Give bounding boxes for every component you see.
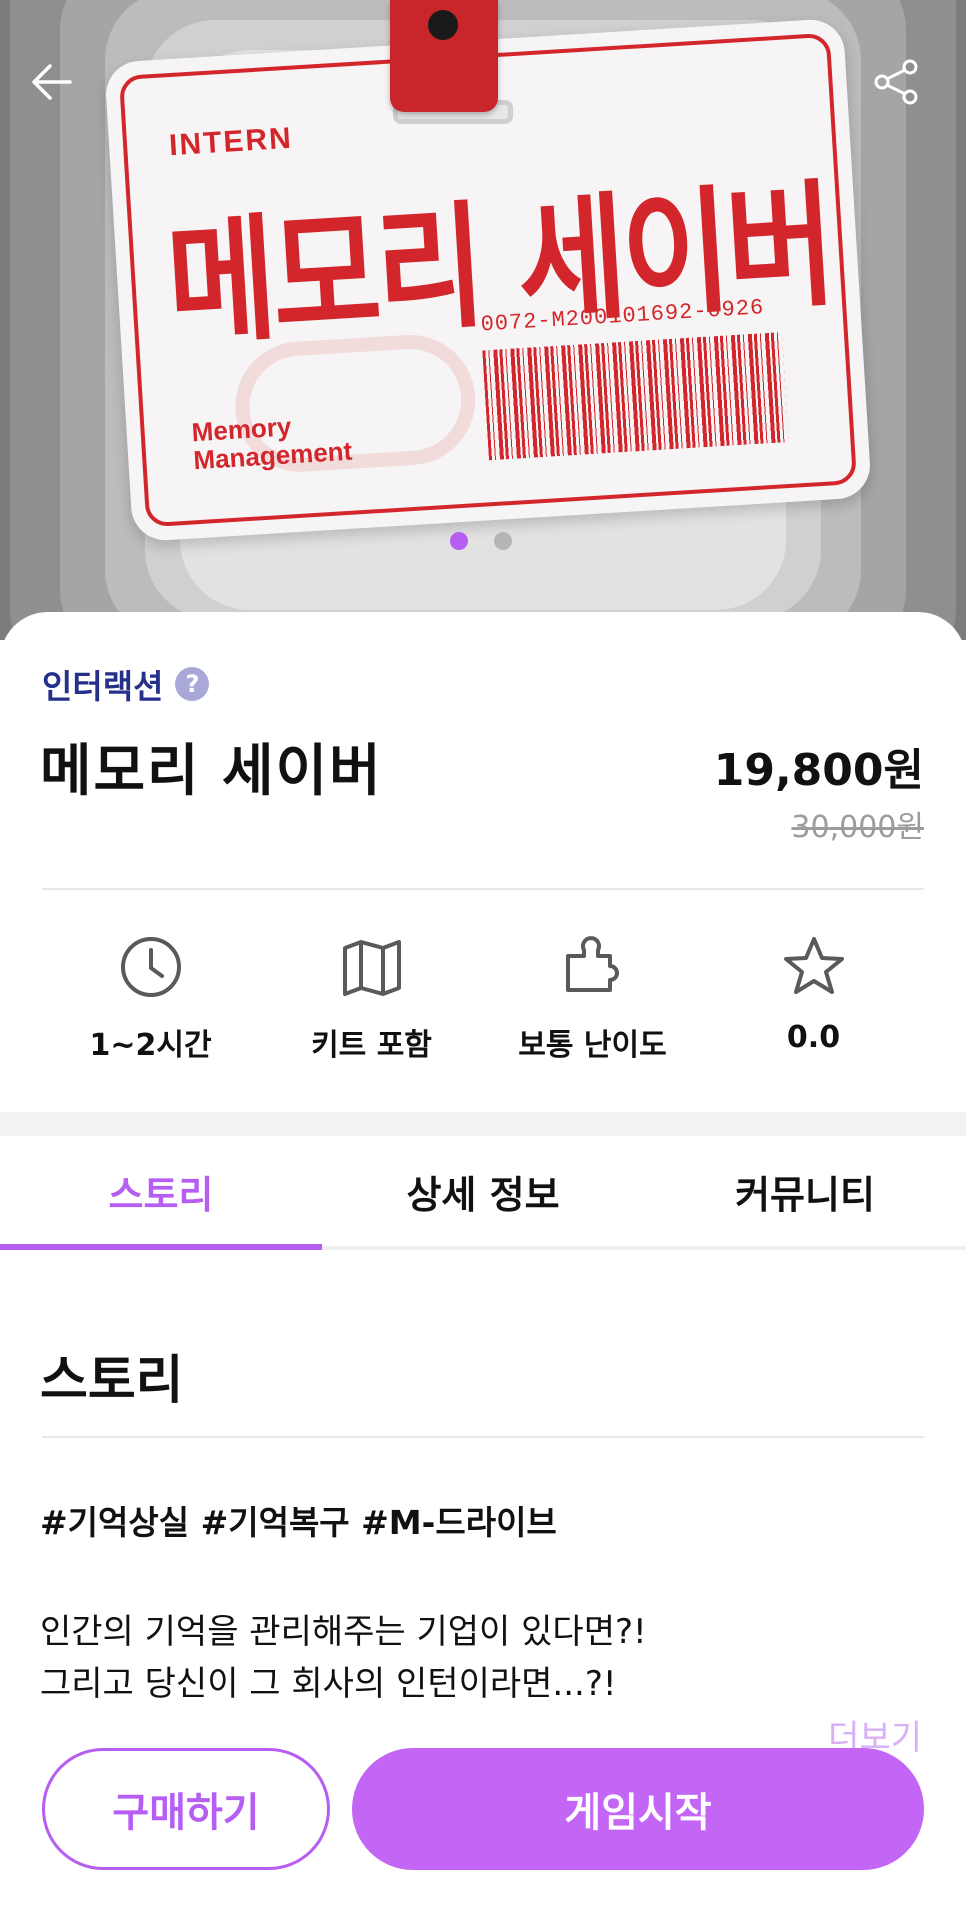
badge-brand-logo: Memory Management (190, 411, 353, 476)
hero-banner[interactable]: INTERN 메모리 세이버 0072-M200101692-0926 Memo… (0, 0, 966, 640)
category-label: 인터랙션 (42, 667, 164, 706)
back-button[interactable] (22, 52, 82, 112)
question-icon[interactable]: ? (175, 667, 210, 701)
star-icon (783, 937, 844, 994)
tab-community[interactable]: 커뮤니티 (644, 1136, 966, 1246)
arrow-left-icon (32, 64, 72, 100)
carousel-dot-2[interactable] (494, 532, 512, 550)
sale-price: 19,800원 (713, 745, 924, 796)
share-button[interactable] (866, 52, 926, 112)
story-heading: 스토리 (40, 1351, 184, 1411)
barcode (482, 332, 789, 461)
tab-details[interactable]: 상세 정보 (322, 1136, 644, 1246)
stat-duration: 1~2시간 (40, 934, 261, 1064)
purchase-button[interactable]: 구매하기 (42, 1748, 330, 1870)
divider (42, 888, 924, 890)
original-price: 30,000원 (791, 810, 924, 845)
tab-bar: 스토리 상세 정보 커뮤니티 (0, 1136, 966, 1250)
map-icon (342, 940, 401, 996)
stat-difficulty: 보통 난이도 (482, 934, 703, 1064)
start-game-button[interactable]: 게임시작 (352, 1748, 924, 1870)
section-separator (0, 1112, 966, 1136)
tab-story[interactable]: 스토리 (0, 1136, 322, 1250)
story-text-line: 인간의 기억을 관리해주는 기업이 있다면?! (40, 1612, 647, 1652)
product-title: 메모리 세이버 (40, 739, 383, 804)
divider (42, 1436, 924, 1438)
stats-row: 1~2시간 키트 포함 보통 난이도 0.0 (40, 934, 926, 1064)
share-icon (874, 59, 918, 105)
stat-kit: 키트 포함 (261, 934, 482, 1064)
category-row: 인터랙션 ? (42, 660, 210, 708)
badge-clip (390, 0, 498, 112)
puzzle-icon (565, 936, 619, 992)
clock-icon (120, 937, 181, 997)
carousel-dot-1[interactable] (450, 532, 468, 550)
stat-rating: 0.0 (703, 934, 924, 1064)
story-text-line: 그리고 당신이 그 회사의 인턴이라면...?! (40, 1664, 617, 1704)
story-tags: #기억상실 #기억복구 #M-드라이브 (40, 1503, 557, 1542)
carousel-indicator (450, 532, 512, 550)
